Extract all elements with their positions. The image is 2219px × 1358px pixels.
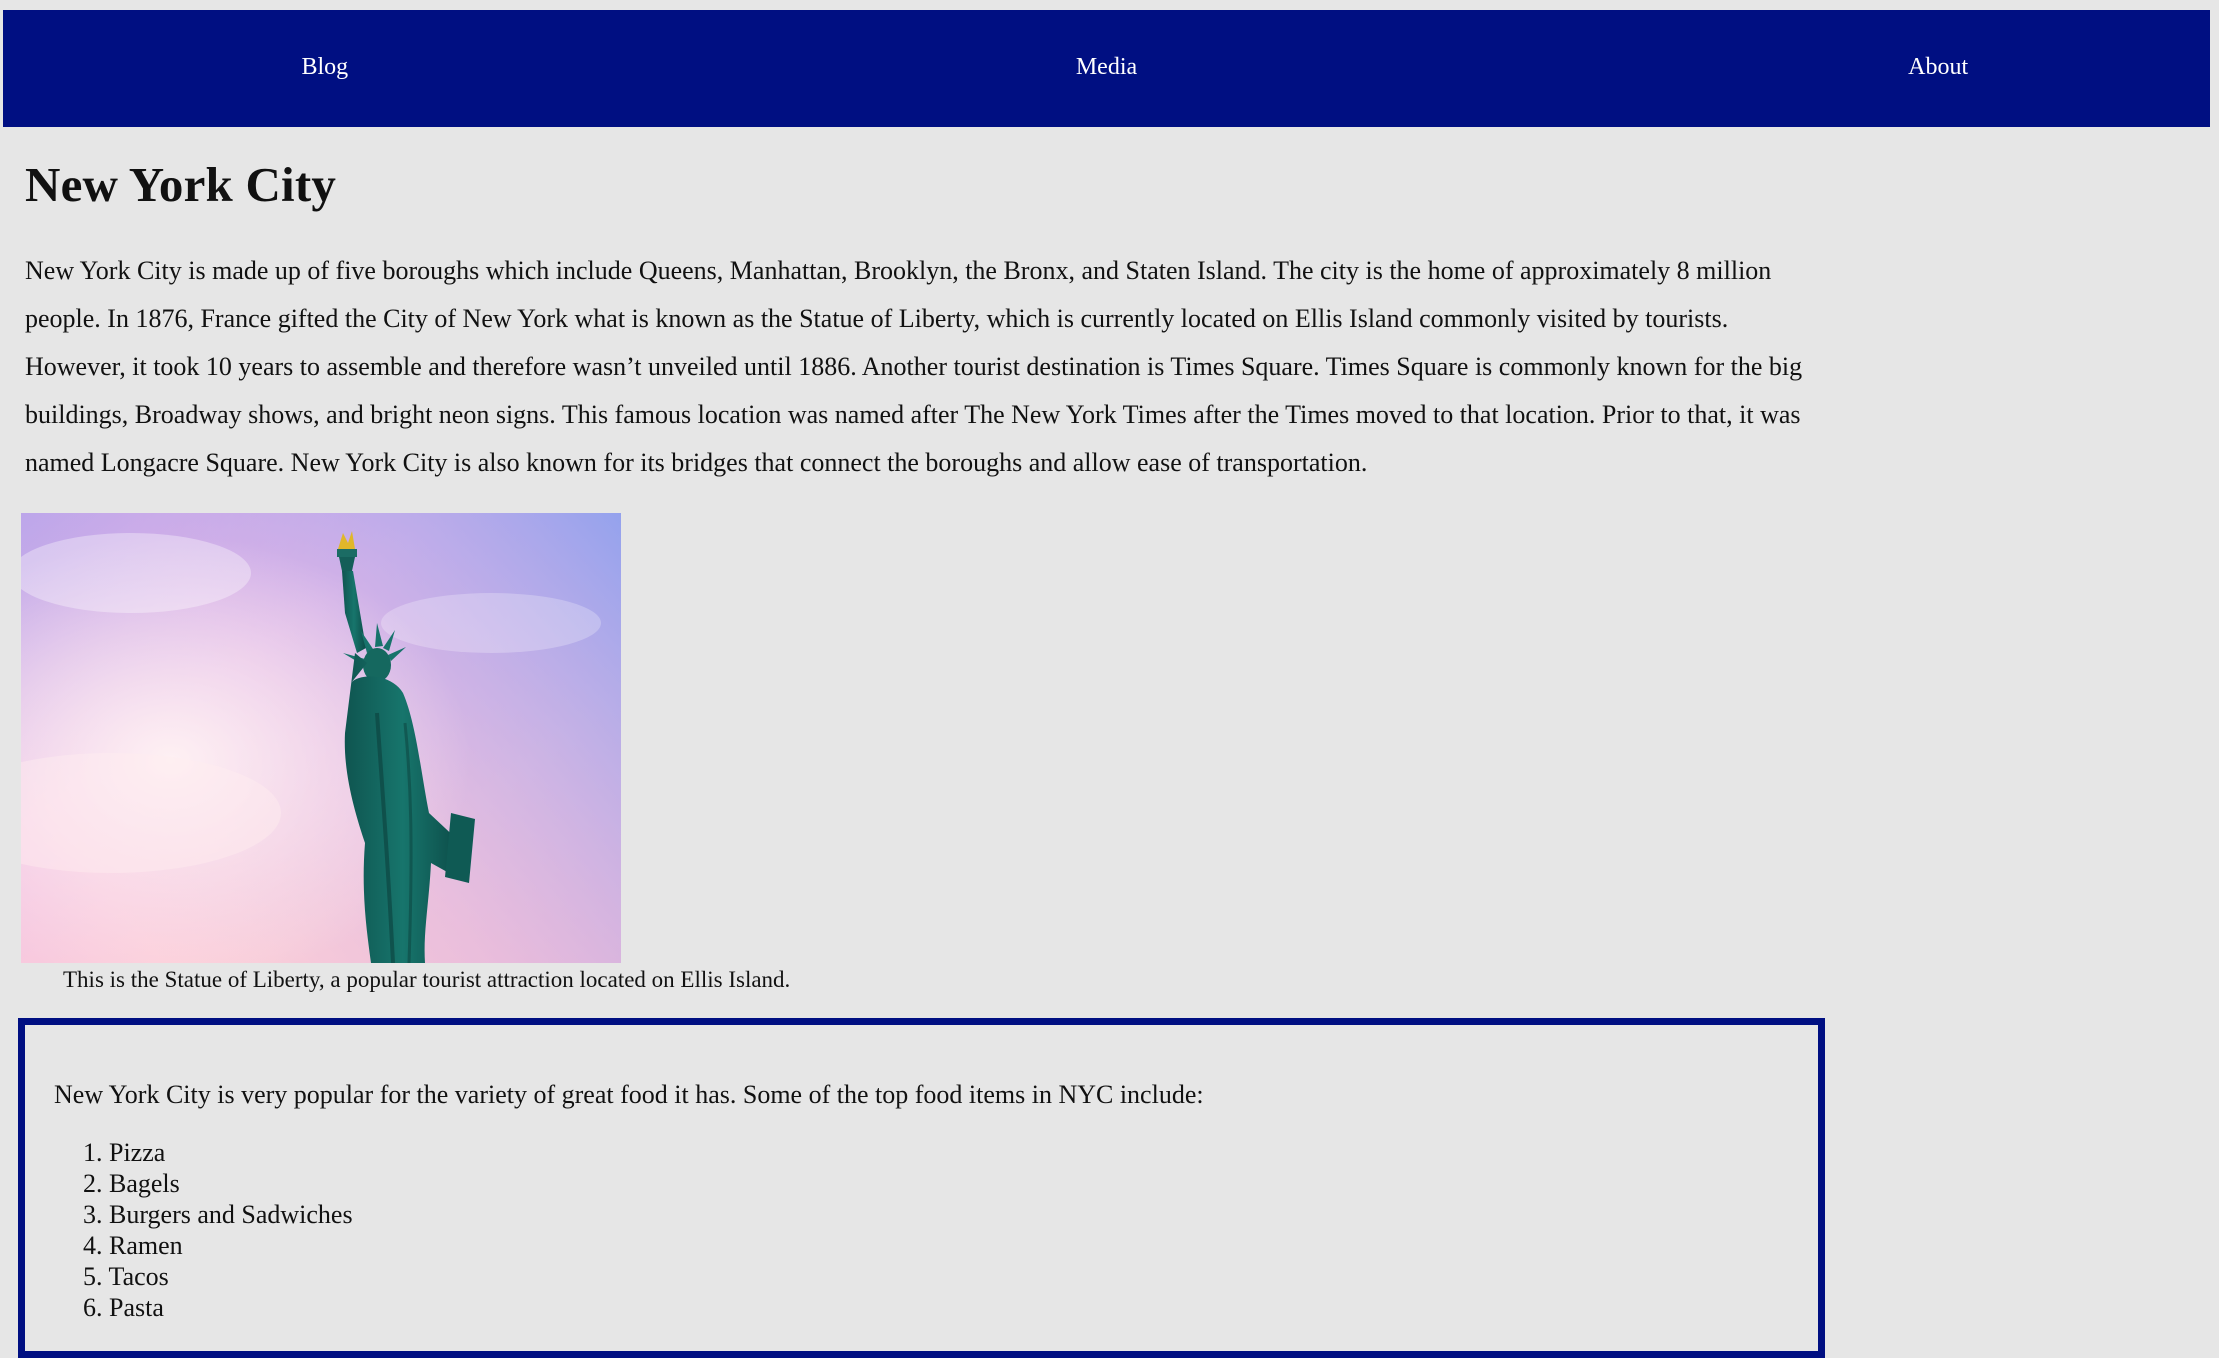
list-item: 1. Pizza bbox=[83, 1138, 166, 1167]
nav-link-media[interactable]: Media bbox=[739, 54, 1475, 83]
statue-of-liberty-image bbox=[21, 513, 621, 963]
top-nav: Blog Media About bbox=[3, 10, 2210, 127]
image-caption: This is the Statue of Liberty, a popular… bbox=[63, 967, 791, 992]
food-list: 1. Pizza 2. Bagels 3. Burgers and Sadwic… bbox=[83, 1137, 353, 1323]
nav-link-blog[interactable]: Blog bbox=[0, 54, 693, 83]
list-item: 2. Bagels bbox=[83, 1169, 180, 1198]
food-section: New York City is very popular for the va… bbox=[18, 1018, 1825, 1358]
nav-link-about[interactable]: About bbox=[1570, 54, 2219, 83]
list-item: 3. Burgers and Sadwiches bbox=[83, 1200, 353, 1229]
page-title: New York City bbox=[25, 157, 337, 212]
list-item: 4. Ramen bbox=[83, 1231, 183, 1260]
list-item: 5. Tacos bbox=[83, 1262, 169, 1291]
food-intro-text: New York City is very popular for the va… bbox=[54, 1080, 1204, 1109]
list-item: 6. Pasta bbox=[83, 1293, 164, 1322]
intro-paragraph: New York City is made up of five borough… bbox=[25, 256, 1803, 477]
